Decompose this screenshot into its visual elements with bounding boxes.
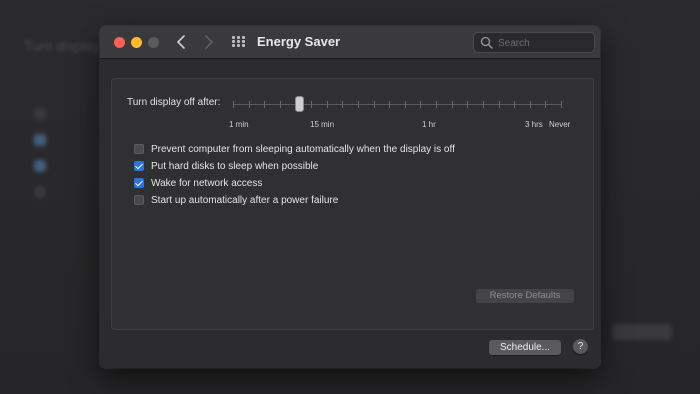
slider-tick xyxy=(248,101,250,108)
wake-network-label: Wake for network access xyxy=(151,177,263,189)
slider-tick xyxy=(264,101,266,108)
slider-tick xyxy=(373,101,375,108)
tick-label-3-hrs: 3 hrs xyxy=(525,120,543,129)
help-icon: ? xyxy=(577,341,584,352)
slider-tick xyxy=(451,101,453,108)
background-blur-checkbox xyxy=(34,134,46,146)
search-field[interactable] xyxy=(473,32,595,53)
restore-defaults-button[interactable]: Restore Defaults xyxy=(476,289,574,303)
slider-tick xyxy=(404,101,406,108)
slider-tick xyxy=(514,101,516,108)
slider-tick xyxy=(482,101,484,108)
window-title: Energy Saver xyxy=(257,34,341,49)
slider-tick xyxy=(467,101,469,108)
startup-power-failure-checkbox[interactable] xyxy=(134,195,144,205)
background-blur-button xyxy=(612,324,672,340)
display-off-label: Turn display off after: xyxy=(127,97,221,108)
forward-arrow-icon xyxy=(205,35,213,49)
tick-label-15-min: 15 min xyxy=(310,120,335,129)
slider-tick xyxy=(357,101,359,108)
hard-disk-sleep-label: Put hard disks to sleep when possible xyxy=(151,160,319,172)
background-blur-checkbox xyxy=(34,186,46,198)
prevent-sleep-label: Prevent computer from sleeping automatic… xyxy=(151,143,455,155)
option-hard-disk-sleep[interactable]: Put hard disks to sleep when possible xyxy=(134,159,318,173)
slider-tick xyxy=(545,101,547,108)
tick-label-1-hr: 1 hr xyxy=(422,120,436,129)
slider-tick xyxy=(436,101,438,108)
option-startup-power-failure[interactable]: Start up automatically after a power fai… xyxy=(134,193,338,207)
search-icon xyxy=(480,36,493,49)
forward-button[interactable] xyxy=(198,32,218,52)
background-blur-text: Turn display xyxy=(24,38,100,54)
slider-tick xyxy=(529,101,531,108)
slider-tick xyxy=(233,101,234,108)
help-button[interactable]: ? xyxy=(573,339,588,354)
zoom-button[interactable] xyxy=(148,37,159,48)
title-bar: Energy Saver xyxy=(100,26,600,59)
slider-tick xyxy=(311,101,313,108)
slider-tick xyxy=(498,101,500,108)
slider-tick xyxy=(561,101,562,108)
energy-saver-window: Energy Saver Turn display off after: 1 m… xyxy=(100,26,600,368)
display-off-slider-thumb[interactable] xyxy=(295,96,304,112)
slider-tick xyxy=(279,101,281,108)
slider-tick xyxy=(389,101,391,108)
close-button[interactable] xyxy=(114,37,125,48)
wake-network-checkbox[interactable] xyxy=(134,178,144,188)
tick-label-never: Never xyxy=(549,120,571,129)
tick-label-1-min: 1 min xyxy=(229,120,249,129)
slider-tick xyxy=(420,101,422,108)
option-prevent-sleep[interactable]: Prevent computer from sleeping automatic… xyxy=(134,142,455,156)
back-button[interactable] xyxy=(172,32,192,52)
background-blur-checkbox xyxy=(34,160,46,172)
prevent-sleep-checkbox[interactable] xyxy=(134,144,144,154)
hard-disk-sleep-checkbox[interactable] xyxy=(134,161,144,171)
show-all-button[interactable] xyxy=(232,36,246,48)
slider-tick xyxy=(326,101,328,108)
display-off-slider-track[interactable] xyxy=(233,104,561,105)
slider-tick xyxy=(342,101,344,108)
startup-power-failure-label: Start up automatically after a power fai… xyxy=(151,194,339,206)
back-arrow-icon xyxy=(177,35,185,49)
background-blur-checkbox xyxy=(34,108,46,120)
schedule-button[interactable]: Schedule... xyxy=(489,340,561,355)
minimize-button[interactable] xyxy=(131,37,142,48)
search-input[interactable] xyxy=(496,34,592,52)
settings-panel: Turn display off after: 1 min 15 min 1 h… xyxy=(111,78,594,330)
option-wake-network[interactable]: Wake for network access xyxy=(134,176,262,190)
